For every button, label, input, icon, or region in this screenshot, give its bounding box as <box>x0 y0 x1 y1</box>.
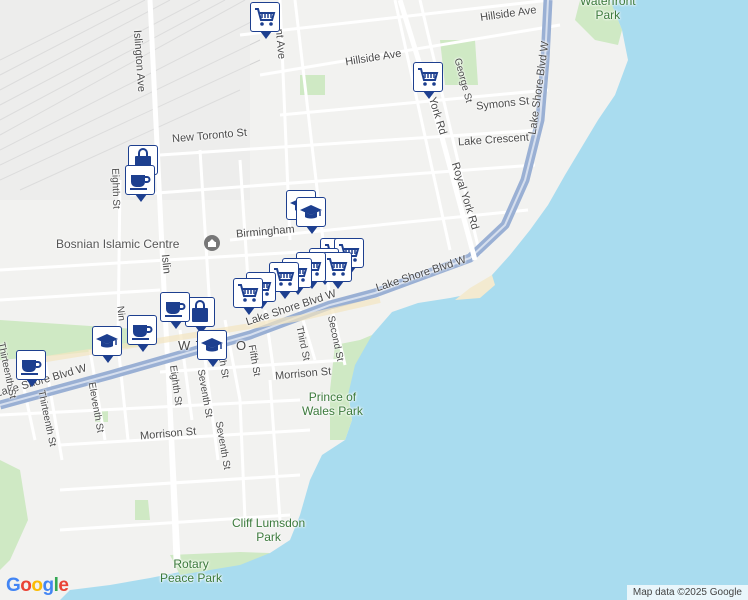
logo-letter: o <box>31 575 43 596</box>
map-canvas[interactable]: Hillside Ave Hillside Ave George St Symo… <box>0 0 748 600</box>
logo-letter: e <box>58 575 69 596</box>
park-area <box>135 500 150 520</box>
map-base-layer <box>0 0 748 600</box>
map-attribution: Map data ©2025 Google <box>626 585 748 600</box>
grocery-marker[interactable] <box>250 2 282 40</box>
cafe-marker[interactable] <box>16 350 48 388</box>
park-label: Waterfront Park <box>580 0 636 22</box>
school-marker[interactable] <box>296 197 328 235</box>
google-logo: Google <box>6 575 69 597</box>
cafe-marker[interactable] <box>125 165 157 203</box>
poi-label: Bosnian Islamic Centre <box>56 237 180 251</box>
area-label: O <box>236 338 247 353</box>
grocery-marker[interactable] <box>413 62 445 100</box>
cafe-marker[interactable] <box>127 315 159 353</box>
school-marker[interactable] <box>197 330 229 368</box>
logo-letter: G <box>6 575 21 596</box>
street-label: Nin <box>114 305 127 322</box>
street-label: Islin <box>158 253 173 275</box>
logo-letter: g <box>42 575 55 596</box>
place-of-worship-icon <box>204 235 220 251</box>
cafe-marker[interactable] <box>160 292 192 330</box>
logo-letter: o <box>20 575 32 596</box>
grocery-marker[interactable] <box>233 278 265 316</box>
park-label: Cliff Lumsdon Park <box>232 516 306 544</box>
street-label: Eighth St <box>109 168 122 209</box>
park-label: Rotary Peace Park <box>160 557 223 585</box>
park-label: Prince of Wales Park <box>302 390 363 418</box>
school-marker[interactable] <box>92 326 124 364</box>
